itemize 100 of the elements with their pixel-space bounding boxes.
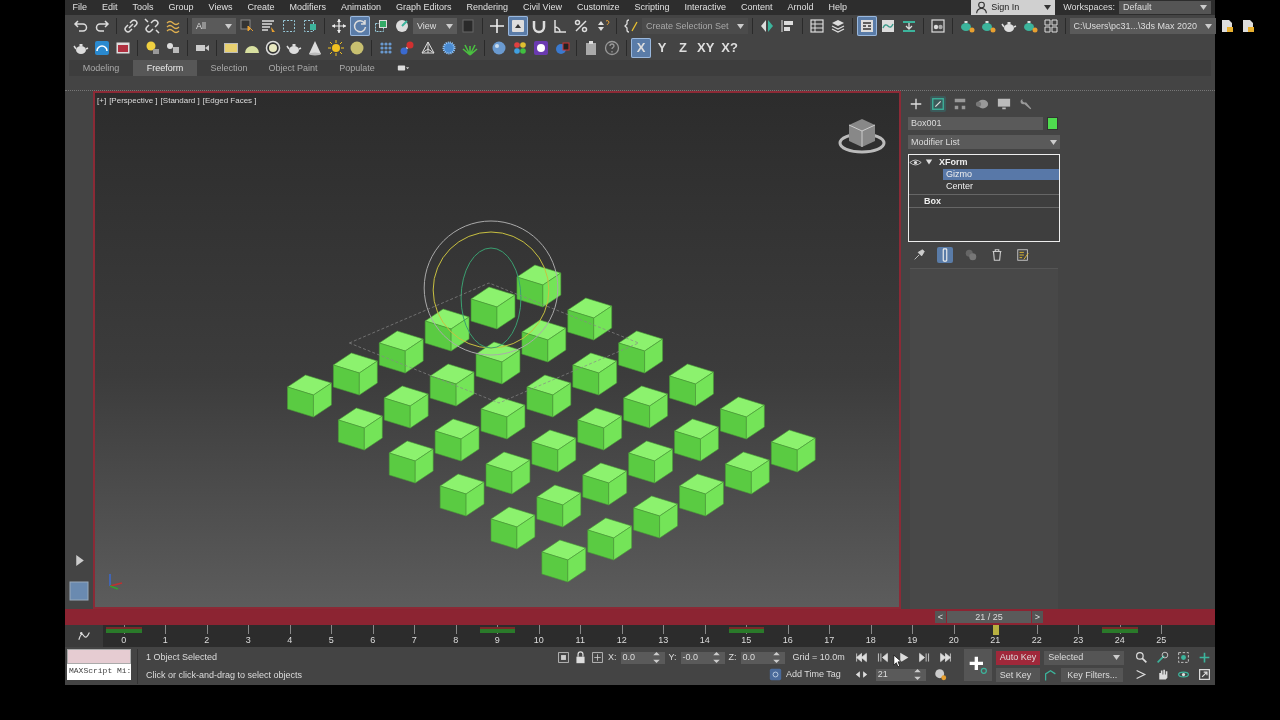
ribbon-tab[interactable]: Selection: [197, 60, 261, 76]
key-filters-button[interactable]: Key Filters...: [1061, 668, 1124, 683]
coordinate-field[interactable]: 0.0: [740, 651, 785, 664]
maxscript-listener-field[interactable]: MAXScript Mi:: [67, 664, 131, 680]
menu-item[interactable]: Scripting: [626, 2, 677, 13]
zoom-extents-icon[interactable]: [1177, 651, 1190, 664]
help-icon[interactable]: [602, 38, 622, 58]
maxscript-field[interactable]: [67, 649, 131, 664]
menu-item[interactable]: Rendering: [459, 2, 516, 13]
set-keys-button[interactable]: [963, 649, 992, 681]
ribbon-options-icon[interactable]: [397, 63, 410, 73]
time-marker[interactable]: [992, 625, 999, 635]
ribbon-tab[interactable]: Object Paint: [261, 60, 325, 76]
menu-item[interactable]: Graph Editors: [388, 2, 459, 13]
menu-item[interactable]: Create: [239, 2, 282, 13]
toolbar-dropdown[interactable]: C:\Users\pc31...\3ds Max 2020: [1069, 18, 1217, 34]
display-icon[interactable]: [996, 96, 1012, 112]
modify-icon[interactable]: [930, 96, 946, 112]
menu-item[interactable]: Edit: [94, 2, 126, 13]
menu-item[interactable]: Interactive: [676, 2, 734, 13]
isolate-icon[interactable]: [557, 651, 570, 664]
zoom-extents-all-icon[interactable]: [1198, 651, 1211, 664]
menu-item[interactable]: Group: [161, 2, 202, 13]
menu-item[interactable]: Tools: [125, 2, 162, 13]
ribbon-tab[interactable]: Modeling: [69, 60, 133, 76]
ring-icon[interactable]: [263, 38, 283, 58]
workspace-dropdown[interactable]: Default: [1119, 1, 1211, 14]
viewport-menu[interactable]: [+]: [97, 96, 107, 106]
viewport-menu[interactable]: [Edged Faces ]: [202, 96, 257, 106]
stack-sub-item[interactable]: Center: [943, 180, 1059, 192]
lock-icon[interactable]: [574, 651, 587, 664]
rotate-gizmo-drawing[interactable]: [349, 220, 639, 404]
field-of-view-icon[interactable]: [1135, 668, 1148, 681]
set-key-button[interactable]: Set Key: [995, 668, 1041, 683]
key-tangent-icon[interactable]: [1044, 668, 1058, 682]
curve-toggle-icon[interactable]: [77, 629, 91, 643]
object-name-field[interactable]: Box001: [908, 117, 1043, 130]
move-icon[interactable]: [329, 16, 349, 36]
frame-field[interactable]: 21: [875, 668, 926, 681]
menu-item[interactable]: File: [65, 2, 95, 13]
configure-icon[interactable]: [1015, 247, 1031, 263]
menu-item[interactable]: Arnold: [780, 2, 821, 13]
stack-item[interactable]: XForm: [936, 156, 971, 168]
crosshair-icon[interactable]: [487, 16, 507, 36]
plus-icon[interactable]: [908, 96, 924, 112]
axis-button[interactable]: Y: [652, 38, 672, 58]
hierarchy-icon[interactable]: [952, 96, 968, 112]
coordinate-field[interactable]: 0.0: [620, 651, 665, 664]
next-frame-icon[interactable]: [917, 651, 931, 664]
zoom-icon[interactable]: [1135, 651, 1148, 664]
key-mode-dropdown[interactable]: Selected: [1044, 650, 1125, 665]
ribbon-tab[interactable]: Populate: [325, 60, 389, 76]
time-configuration-icon[interactable]: [933, 668, 947, 681]
axis-button[interactable]: X?: [718, 38, 741, 58]
menu-item[interactable]: Customize: [569, 2, 627, 13]
ribbon-icon[interactable]: [856, 16, 877, 36]
toggle-icon[interactable]: [508, 16, 528, 36]
menu-item[interactable]: Modifiers: [281, 2, 334, 13]
next-frame-button[interactable]: >: [1032, 611, 1043, 623]
menu-item[interactable]: Animation: [333, 2, 389, 13]
expand-triangle-icon[interactable]: [925, 158, 933, 166]
viewport-menu[interactable]: [Perspective ]: [109, 96, 158, 106]
menu-item[interactable]: Civil View: [515, 2, 570, 13]
key-marker[interactable]: [106, 627, 142, 633]
axis-button[interactable]: Z: [673, 38, 693, 58]
sun-icon[interactable]: [326, 38, 346, 58]
add-time-tag-button[interactable]: Add Time Tag: [764, 667, 845, 682]
app-icon[interactable]: [531, 38, 551, 58]
absolute-mode-icon[interactable]: [591, 651, 604, 664]
sign-in-dropdown[interactable]: Sign In: [971, 0, 1056, 15]
key-marker[interactable]: [728, 627, 764, 633]
menu-item[interactable]: Help: [821, 2, 855, 13]
zoom-all-icon[interactable]: [1156, 651, 1169, 664]
go-to-start-icon[interactable]: [854, 651, 868, 664]
time-slider-track[interactable]: < 21 / 25 >: [65, 609, 1215, 625]
menu-item[interactable]: Content: [733, 2, 780, 13]
maximize-icon[interactable]: [1198, 668, 1211, 681]
previous-frame-icon[interactable]: [875, 651, 889, 664]
time-slider-thumb[interactable]: < 21 / 25 >: [935, 611, 1043, 623]
pan-icon[interactable]: [1156, 668, 1169, 681]
toolbar-dropdown[interactable]: All: [192, 18, 236, 34]
viewport[interactable]: [+] [Perspective ] [Standard ] [Edged Faces ]: [93, 91, 901, 609]
key-marker[interactable]: [479, 627, 515, 633]
key-marker[interactable]: [1102, 627, 1138, 633]
axis-button[interactable]: XY: [694, 38, 718, 58]
previous-frame-button[interactable]: <: [935, 611, 946, 623]
go-to-end-icon[interactable]: [938, 651, 952, 664]
toolbar-dropdown[interactable]: View: [413, 18, 457, 34]
unlink-icon[interactable]: [142, 16, 162, 36]
auto-key-button[interactable]: Auto Key: [995, 650, 1041, 665]
ribbon-tab[interactable]: Freeform: [133, 60, 197, 76]
viewport-menu[interactable]: [Standard ]: [160, 96, 200, 106]
orbit-icon[interactable]: [1177, 668, 1190, 681]
coordinate-field[interactable]: -0.0: [680, 651, 725, 664]
modifier-list-dropdown[interactable]: Modifier List: [908, 135, 1060, 149]
color-swatch[interactable]: [1047, 117, 1058, 130]
app-icon[interactable]: [92, 38, 112, 58]
end-result-icon[interactable]: [937, 247, 953, 263]
menu-item[interactable]: Views: [201, 2, 240, 13]
stack-sub-item[interactable]: Gizmo: [943, 168, 1059, 180]
